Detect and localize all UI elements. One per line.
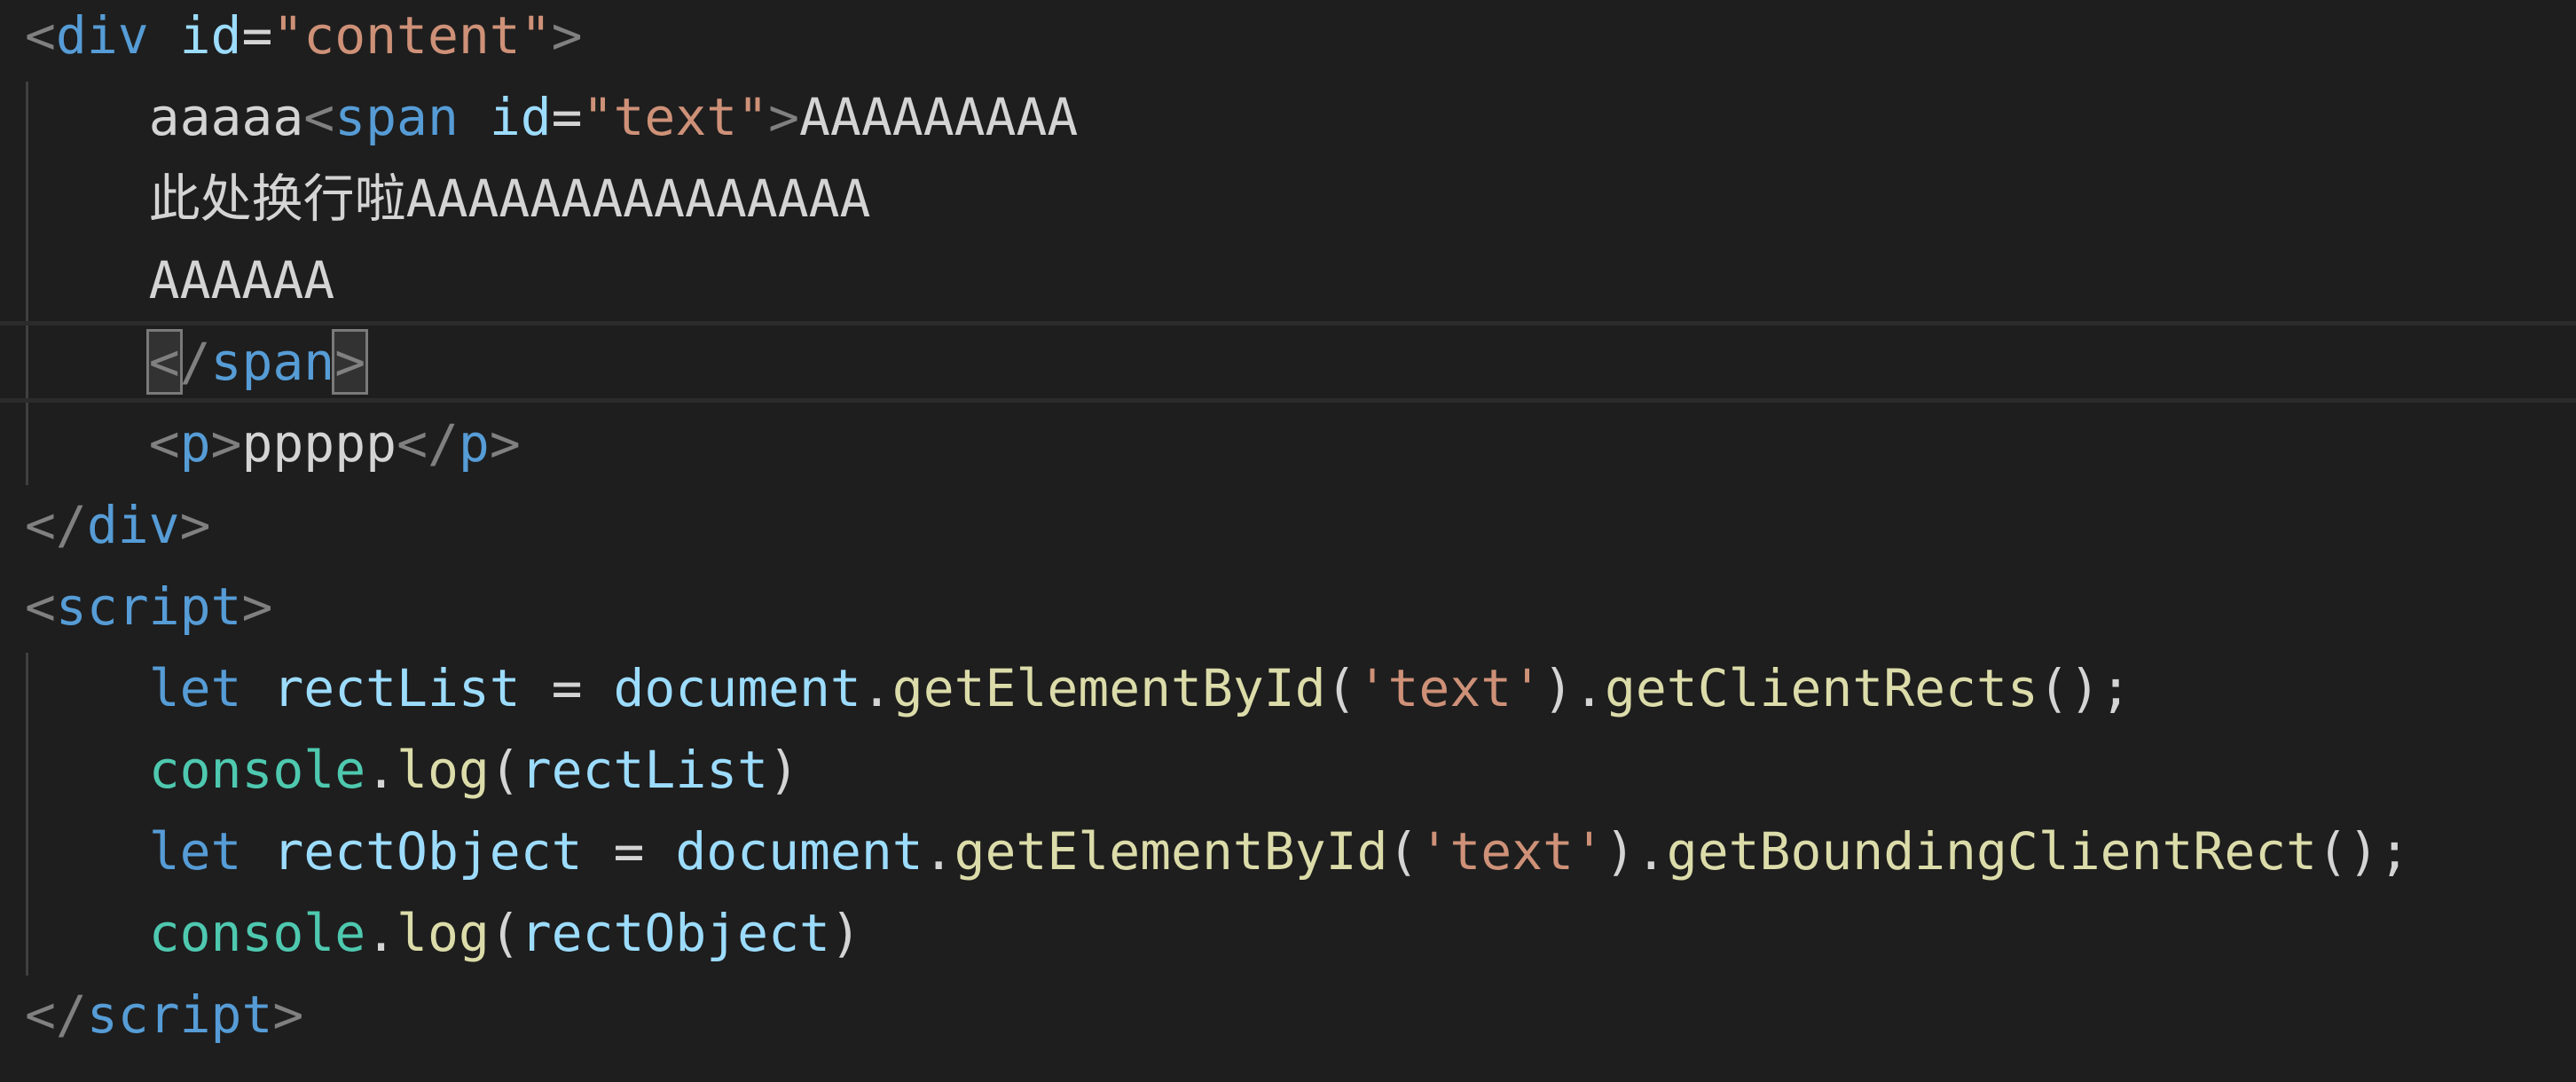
code-line[interactable]: </span> [0,321,2576,403]
code-token: (); [2317,821,2410,882]
code-line[interactable]: let rectObject = document.getElementById… [0,811,2576,892]
code-token: getElementById [891,658,1326,718]
code-token: div [86,495,180,555]
code-token: ( [1325,658,1357,718]
code-token: ) [768,740,800,800]
code-line[interactable]: <script> [0,566,2576,647]
code-token: ppppp [241,413,397,474]
code-token: < [303,87,335,147]
code-token: 此处换行啦AAAAAAAAAAAAAAA [25,169,871,229]
code-token: / [179,332,211,392]
code-token: = [520,658,614,718]
code-line[interactable]: 此处换行啦AAAAAAAAAAAAAAA [0,158,2576,239]
code-token: span [210,332,335,392]
code-token: = [582,821,676,882]
code-token: id [179,5,242,66]
code-token: </ [25,984,87,1045]
code-line[interactable]: aaaaa<span id="text">AAAAAAAAA [0,76,2576,158]
code-token: ). [1543,658,1605,718]
code-token: > [489,413,521,474]
code-token: > [332,329,369,395]
code-token: </ [397,413,459,474]
code-token: = [551,87,583,147]
code-token: rectObject [272,821,583,882]
code-token: . [365,903,397,963]
code-token: ( [1387,821,1419,882]
code-token: < [145,329,183,395]
code-token: < [148,413,180,474]
code-token: div [55,5,149,66]
code-token: script [86,984,273,1045]
code-line[interactable]: <div id="content"> [0,0,2576,76]
code-line[interactable]: </script> [0,974,2576,1055]
code-token: ). [1604,821,1667,882]
code-token: . [365,740,397,800]
code-token: console [148,740,366,800]
code-token: </ [25,495,87,555]
code-token: ( [489,903,521,963]
code-token: p [179,413,211,474]
code-token: ) [829,903,861,963]
code-token: getBoundingClientRect [1666,821,2318,882]
code-token: ( [489,740,521,800]
code-token: > [210,413,242,474]
code-token: 'text' [1356,658,1543,718]
code-line[interactable]: let rectList = document.getElementById('… [0,647,2576,729]
code-editor[interactable]: <div id="content"> aaaaa<span id="text">… [0,0,2576,1082]
code-token: script [55,576,242,637]
code-token: log [397,903,490,963]
code-token: log [397,740,490,800]
code-token: let [148,821,242,882]
code-token: < [25,576,56,637]
code-token: "content" [272,5,552,66]
code-token: 'text' [1418,821,1605,882]
code-token: > [551,5,583,66]
code-token: . [923,821,954,882]
code-token: AAAAAA [25,250,335,310]
code-line[interactable]: console.log(rectObject) [0,892,2576,974]
code-line[interactable]: console.log(rectList) [0,729,2576,811]
code-token: < [25,5,56,66]
code-token: > [179,495,211,555]
code-token: > [768,87,800,147]
code-token: p [458,413,490,474]
code-token: let [148,658,242,718]
code-token: console [148,903,366,963]
code-token: document [675,821,923,882]
code-token: > [272,984,304,1045]
code-token: = [241,5,273,66]
code-line[interactable]: AAAAAA [0,239,2576,321]
code-line[interactable]: <p>ppppp</p> [0,403,2576,484]
code-token: "text" [582,87,769,147]
code-token: > [241,576,273,637]
code-line[interactable]: </div> [0,484,2576,566]
code-token: rectList [272,658,521,718]
code-token: document [613,658,861,718]
code-token: span [334,87,459,147]
code-token: rectObject [520,903,830,963]
code-token: rectList [520,740,769,800]
code-token: AAAAAAAAA [799,87,1079,147]
code-token: getElementById [954,821,1388,882]
code-token: aaaaa [25,87,304,147]
code-token: (); [2038,658,2132,718]
code-token: . [860,658,892,718]
code-token: id [489,87,552,147]
code-token: getClientRects [1604,658,2038,718]
